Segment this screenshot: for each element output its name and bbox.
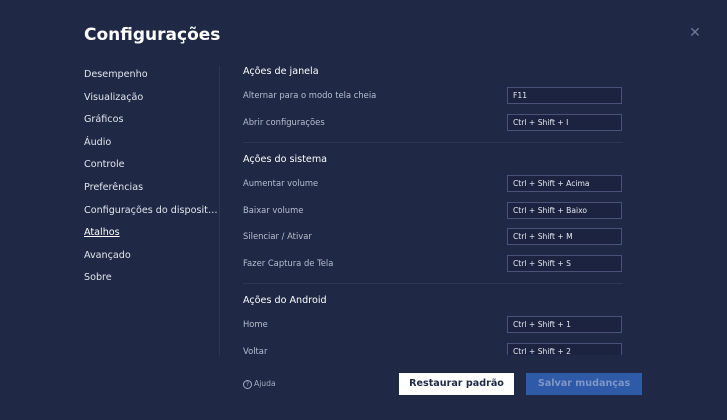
sidebar-item[interactable]: Gráficos bbox=[84, 111, 218, 134]
sidebar-item[interactable]: Áudio bbox=[84, 134, 218, 157]
sidebar-item[interactable]: Avançado bbox=[84, 247, 218, 270]
sidebar-item[interactable]: Desempenho bbox=[84, 66, 218, 89]
shortcut-key-field[interactable]: Ctrl + Shift + 1 bbox=[507, 316, 622, 333]
shortcut-label: Silenciar / Ativar bbox=[243, 231, 312, 241]
section-divider bbox=[243, 283, 623, 284]
sidebar: Desempenho Visualização Gráficos Áudio Contr… bbox=[84, 66, 220, 292]
section-title: Ações do Android bbox=[243, 295, 327, 306]
help-link[interactable]: ? Ajuda bbox=[243, 379, 276, 389]
shortcut-key-field[interactable]: Ctrl + Shift + I bbox=[507, 113, 622, 131]
shortcut-label: Home bbox=[243, 319, 268, 329]
help-icon: ? bbox=[243, 379, 252, 389]
save-changes-button[interactable]: Salvar mudanças bbox=[526, 373, 642, 395]
shortcut-row: Silenciar / Ativar Ctrl + Shift + M bbox=[243, 228, 623, 255]
shortcut-section: Ações do Android Home Ctrl + Shift + 1 Volt… bbox=[243, 289, 623, 355]
sidebar-item[interactable]: Sobre bbox=[84, 269, 218, 292]
shortcut-row: Voltar Ctrl + Shift + 2 bbox=[243, 342, 623, 356]
close-icon[interactable]: ✕ bbox=[688, 26, 702, 40]
shortcut-label: Fazer Captura de Tela bbox=[243, 257, 334, 268]
shortcut-row: Abrir configurações Ctrl + Shift + I bbox=[243, 113, 623, 141]
shortcut-label: Voltar bbox=[243, 345, 268, 356]
sidebar-item[interactable]: Atalhos bbox=[84, 224, 218, 247]
section-title: Ações do sistema bbox=[243, 154, 328, 165]
restore-defaults-button[interactable]: Restaurar padrão bbox=[399, 373, 514, 395]
shortcut-row: Aumentar volume Ctrl + Shift + Acima bbox=[243, 175, 623, 202]
shortcut-row: Home Ctrl + Shift + 1 bbox=[243, 316, 623, 343]
help-label: Ajuda bbox=[254, 379, 276, 388]
sidebar-item[interactable]: Visualização bbox=[84, 89, 218, 112]
shortcut-row: Alternar para o modo tela cheia F11 bbox=[243, 87, 623, 114]
shortcut-label: Alternar para o modo tela cheia bbox=[243, 90, 377, 100]
shortcut-key-field[interactable]: F11 bbox=[507, 87, 622, 104]
shortcut-key-field[interactable]: Ctrl + Shift + S bbox=[507, 254, 622, 272]
page-title: Configurações bbox=[84, 25, 221, 45]
shortcut-label: Baixar volume bbox=[243, 204, 304, 215]
shortcut-key-field[interactable]: Ctrl + Shift + M bbox=[507, 228, 622, 245]
shortcut-row: Baixar volume Ctrl + Shift + Baixo bbox=[243, 201, 623, 229]
sidebar-item[interactable]: Configurações do dispositi... bbox=[84, 202, 218, 225]
shortcut-section: Ações do sistema Aumentar volume Ctrl + Sh… bbox=[243, 148, 623, 281]
shortcut-label: Abrir configurações bbox=[243, 116, 325, 127]
shortcut-key-field[interactable]: Ctrl + Shift + Acima bbox=[507, 175, 622, 192]
section-divider bbox=[243, 142, 623, 143]
shortcut-label: Aumentar volume bbox=[243, 178, 319, 188]
section-title: Ações de janela bbox=[243, 66, 319, 77]
shortcut-row: Fazer Captura de Tela Ctrl + Shift + S bbox=[243, 254, 623, 282]
sidebar-item[interactable]: Controle bbox=[84, 156, 218, 179]
shortcut-section: Ações de janela Alternar para o modo tela… bbox=[243, 60, 623, 140]
shortcut-key-field[interactable]: Ctrl + Shift + Baixo bbox=[507, 201, 622, 219]
sidebar-divider bbox=[219, 66, 220, 356]
sidebar-item[interactable]: Preferências bbox=[84, 179, 218, 202]
shortcuts-panel[interactable]: Ações de janela Alternar para o modo tela… bbox=[243, 60, 623, 355]
shortcut-key-field[interactable]: Ctrl + Shift + 2 bbox=[507, 342, 622, 355]
